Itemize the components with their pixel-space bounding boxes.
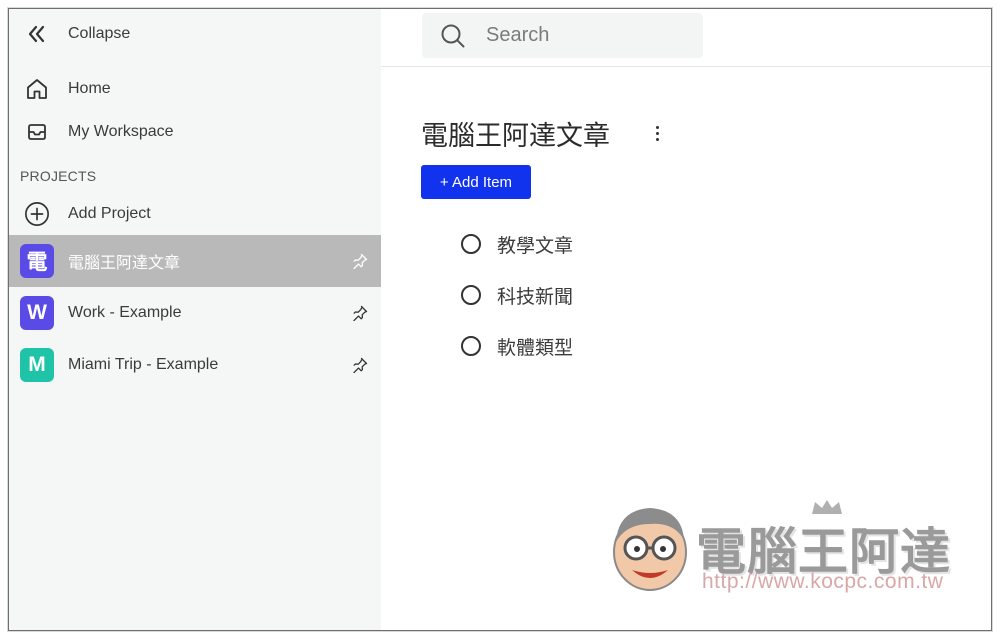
collapse-label: Collapse — [68, 25, 131, 42]
page-title: 電腦王阿達文章 — [421, 121, 610, 151]
sidebar-item-label: My Workspace — [68, 123, 174, 140]
project-avatar: W — [20, 296, 54, 330]
sidebar-item-label: Home — [68, 80, 111, 97]
projects-heading: PROJECTS — [20, 168, 97, 184]
pin-icon[interactable] — [351, 252, 369, 270]
project-label: Miami Trip - Example — [68, 356, 219, 373]
double-chevron-left-icon — [24, 21, 50, 47]
pin-icon[interactable] — [351, 304, 369, 322]
task-label[interactable]: 科技新聞 — [497, 282, 573, 309]
project-label: 電腦王阿達文章 — [68, 255, 181, 272]
task-checkbox[interactable] — [461, 336, 481, 356]
project-avatar: M — [20, 348, 54, 382]
inbox-icon — [24, 119, 50, 145]
top-bar — [381, 9, 991, 67]
project-label: Work - Example — [68, 304, 182, 321]
search-box[interactable] — [422, 13, 703, 58]
task-item: 軟體類型 — [461, 332, 573, 360]
sidebar-item-home[interactable]: Home — [9, 76, 381, 102]
add-item-button[interactable]: + Add Item — [421, 165, 531, 199]
collapse-button[interactable]: Collapse — [9, 21, 381, 47]
sidebar-project-kocpc-articles[interactable]: 電 電腦王阿達文章 — [9, 235, 381, 287]
more-options-icon[interactable] — [647, 121, 667, 145]
sidebar-project-miami-trip-example[interactable]: M Miami Trip - Example — [9, 339, 381, 391]
task-checkbox[interactable] — [461, 234, 481, 254]
project-avatar: 電 — [20, 244, 54, 278]
task-checkbox[interactable] — [461, 285, 481, 305]
pin-icon[interactable] — [351, 356, 369, 374]
watermark-url: http://www.kocpc.com.tw — [702, 570, 944, 593]
sidebar-item-my-workspace[interactable]: My Workspace — [9, 119, 381, 145]
add-project-button[interactable]: Add Project — [9, 201, 381, 227]
mascot-face-icon — [613, 508, 687, 591]
sidebar-project-work-example[interactable]: W Work - Example — [9, 287, 381, 339]
add-project-label: Add Project — [68, 205, 151, 222]
task-label[interactable]: 教學文章 — [497, 231, 573, 258]
plus-circle-icon — [24, 201, 50, 227]
task-item: 教學文章 — [461, 230, 573, 258]
search-icon — [441, 24, 465, 48]
task-item: 科技新聞 — [461, 281, 573, 309]
watermark: 電腦王阿達 http://www.kocpc.com.tw — [596, 496, 960, 600]
search-input[interactable] — [486, 13, 686, 58]
task-label[interactable]: 軟體類型 — [497, 333, 573, 360]
sidebar: Collapse Home My Workspace PROJECTS Add … — [9, 9, 381, 630]
home-icon — [24, 76, 50, 102]
